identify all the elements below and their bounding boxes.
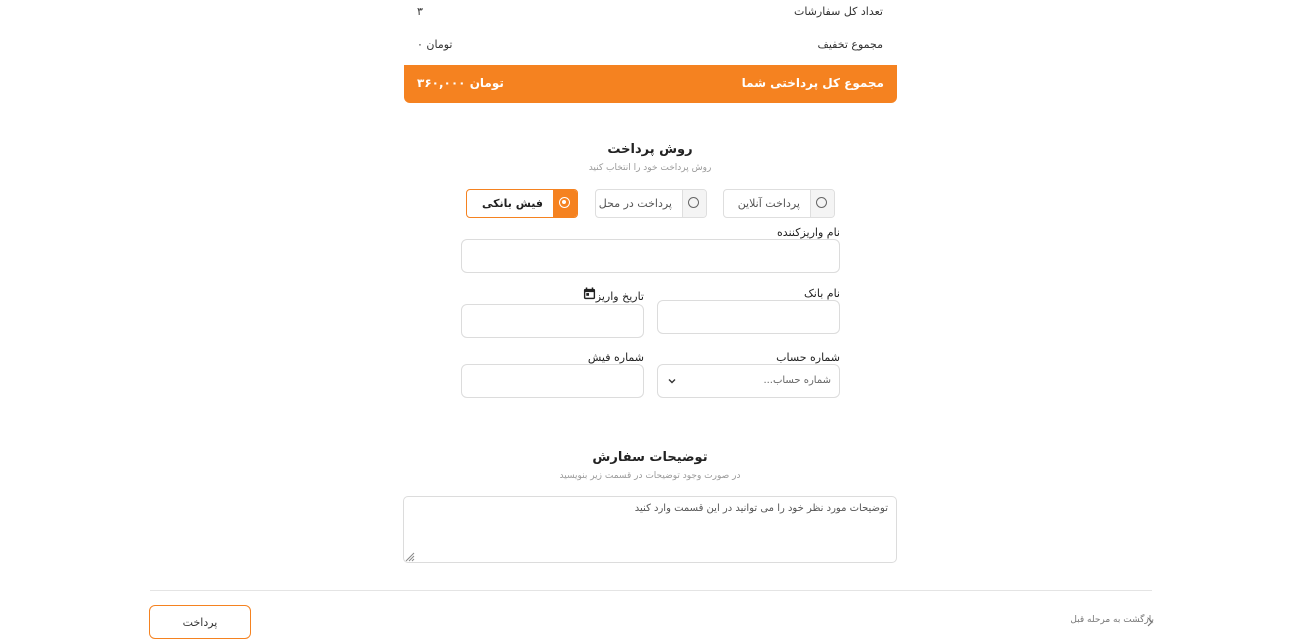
- calendar-icon[interactable]: [583, 287, 596, 300]
- depositor-name-label: نام واریزکننده: [777, 226, 840, 239]
- depositor-name-input[interactable]: [461, 239, 840, 273]
- payment-option-label: پرداخت آنلاین: [737, 197, 800, 210]
- orders-count-row: تعداد کل سفارشات ۳: [404, 0, 897, 32]
- resize-grip-icon[interactable]: [405, 552, 415, 562]
- orders-count-label: تعداد کل سفارشات: [793, 5, 883, 18]
- discount-value: ۰ تومان: [417, 38, 453, 51]
- order-summary: تعداد کل سفارشات ۳ مجموع تخفیف ۰ تومان م…: [404, 0, 897, 103]
- order-notes-subtitle: در صورت وجود توضیحات در قسمت زیر بنویسید: [559, 471, 741, 481]
- chevron-down-icon: [668, 379, 676, 384]
- account-number-placeholder: شماره حساب...: [763, 375, 831, 386]
- order-notes-title: توضیحات سفارش: [592, 450, 708, 465]
- payment-option-cash-on-delivery[interactable]: پرداخت در محل: [595, 189, 707, 218]
- radio-icon[interactable]: [688, 197, 699, 208]
- discount-label: مجموع تخفیف: [817, 38, 883, 51]
- radio-cell: [682, 190, 706, 217]
- radio-cell: [553, 190, 577, 217]
- back-to-previous-step-link[interactable]: بازگشت به مرحله قبل: [1070, 615, 1154, 625]
- account-number-select[interactable]: شماره حساب...: [657, 364, 840, 398]
- receipt-number-input[interactable]: [461, 364, 644, 398]
- total-label: مجموع کل پرداختی شما: [741, 76, 884, 90]
- total-value: ۳۶۰,۰۰۰ تومان: [417, 76, 504, 90]
- bank-name-label: نام بانک: [803, 287, 840, 300]
- orders-count-value: ۳: [417, 5, 423, 18]
- payment-option-bank-receipt[interactable]: فیش بانکی: [466, 189, 578, 218]
- radio-cell: [810, 190, 834, 217]
- discount-row: مجموع تخفیف ۰ تومان: [404, 33, 897, 65]
- payment-method-subtitle: روش پرداخت خود را انتخاب کنید: [588, 163, 712, 173]
- total-bar: مجموع کل پرداختی شما ۳۶۰,۰۰۰ تومان: [404, 65, 897, 103]
- deposit-date-label: تاریخ واریز: [595, 290, 644, 303]
- payment-option-online[interactable]: پرداخت آنلاین: [723, 189, 835, 218]
- deposit-date-input[interactable]: [461, 304, 644, 338]
- payment-option-label: پرداخت در محل: [598, 197, 672, 210]
- order-notes-textarea[interactable]: [403, 496, 897, 563]
- receipt-number-label: شماره فیش: [587, 351, 644, 364]
- radio-icon[interactable]: [816, 197, 827, 208]
- payment-method-title: روش پرداخت: [607, 142, 693, 157]
- pay-button[interactable]: پرداخت: [149, 605, 251, 639]
- radio-selected-icon[interactable]: [559, 197, 570, 208]
- footer-divider: [150, 590, 1152, 591]
- bank-name-input[interactable]: [657, 300, 840, 334]
- payment-option-label: فیش بانکی: [482, 197, 543, 210]
- account-number-label: شماره حساب: [776, 351, 840, 364]
